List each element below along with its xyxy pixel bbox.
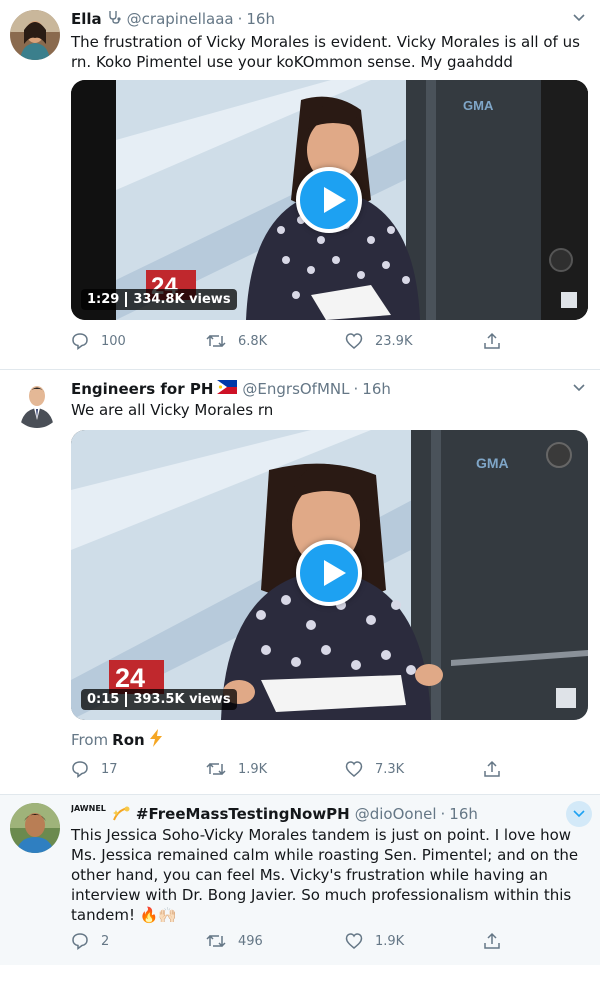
video-info-badge: 0:15 393.5K views (81, 689, 237, 710)
timestamp[interactable]: 16h (449, 805, 478, 823)
play-button[interactable] (296, 167, 362, 233)
video-duration: 0:15 (87, 692, 120, 707)
reply-icon (71, 760, 89, 778)
author-handle[interactable]: @crapinellaaa (127, 10, 234, 28)
feed-bottom (0, 965, 600, 990)
like-count: 23.9K (375, 333, 413, 349)
like-button[interactable]: 23.9K (345, 332, 412, 350)
like-count: 1.9K (375, 933, 405, 949)
video-player[interactable]: GMA 24 1:29 334.8K views (71, 80, 588, 320)
reply-button[interactable]: 17 (71, 760, 118, 778)
tweet-header: Engineers for PH @EngrsOfMNL · 16h (71, 378, 560, 400)
share-icon (483, 760, 501, 778)
author-handle[interactable]: @EngrsOfMNL (242, 380, 349, 398)
lightning-icon (149, 729, 163, 751)
avatar[interactable] (12, 378, 62, 428)
from-name[interactable]: Ron (112, 731, 145, 749)
like-count: 7.3K (375, 761, 405, 777)
badge-separator (125, 292, 128, 307)
author-name[interactable]: Engineers for PH (71, 380, 213, 398)
avatar[interactable] (10, 803, 60, 853)
reply-icon (71, 932, 89, 950)
retweet-button[interactable]: 1.9K (206, 760, 267, 778)
tweet-header: Ella @crapinellaaa · 16h (71, 8, 560, 30)
heart-icon (345, 760, 363, 778)
chevron-down-icon[interactable] (566, 801, 592, 827)
tweet[interactable]: Ella @crapinellaaa · 16h The frustration… (0, 0, 600, 370)
retweet-icon (206, 760, 226, 778)
tweet[interactable]: Engineers for PH @EngrsOfMNL · 16h We ar… (0, 370, 600, 795)
timestamp[interactable]: 16h (246, 10, 275, 28)
channel-logo: GMA (463, 98, 494, 113)
reply-button[interactable]: 2 (71, 932, 109, 950)
heart-icon (345, 932, 363, 950)
video-duration: 1:29 (87, 292, 120, 307)
like-button[interactable]: 7.3K (345, 760, 404, 778)
retweet-icon (206, 932, 226, 950)
tweet[interactable]: JAWNEL #FreeMassTestingNowPH @dioOonel ·… (0, 795, 600, 965)
chevron-down-icon[interactable] (572, 380, 586, 394)
author-handle[interactable]: @dioOonel (355, 805, 437, 823)
tweet-actions: 2 496 1.9K (71, 930, 511, 952)
channel-logo: GMA (476, 455, 509, 471)
share-icon (483, 932, 501, 950)
name-prefix: JAWNEL (71, 804, 106, 813)
tweet-actions: 100 6.8K 23.9K (71, 330, 511, 352)
sparkle-icon (112, 806, 130, 822)
tweet-header: JAWNEL #FreeMassTestingNowPH @dioOonel ·… (71, 803, 560, 825)
avatar[interactable] (10, 10, 60, 60)
retweet-count: 1.9K (238, 761, 268, 777)
retweet-button[interactable]: 6.8K (206, 332, 267, 350)
reply-button[interactable]: 100 (71, 332, 126, 350)
video-views: 393.5K views (133, 692, 231, 707)
author-name[interactable]: Ella (71, 10, 102, 28)
philippine-flag-icon (217, 380, 238, 398)
separator-dot: · (353, 380, 359, 398)
video-attribution: From Ron (71, 729, 163, 751)
video-info-badge: 1:29 334.8K views (81, 289, 237, 310)
separator-dot: · (440, 805, 446, 823)
video-player[interactable]: GMA 24 0:15 393.5K views (71, 430, 588, 720)
timestamp[interactable]: 16h (362, 380, 391, 398)
share-icon (483, 332, 501, 350)
share-button[interactable] (483, 332, 501, 350)
tweet-text: We are all Vicky Morales rn (71, 401, 274, 419)
share-button[interactable] (483, 932, 501, 950)
play-button[interactable] (296, 540, 362, 606)
heart-icon (345, 332, 363, 350)
reply-count: 100 (101, 333, 126, 349)
retweet-count: 6.8K (238, 333, 268, 349)
retweet-icon (206, 332, 226, 350)
badge-separator (125, 692, 128, 707)
like-button[interactable]: 1.9K (345, 932, 404, 950)
from-label: From (71, 731, 109, 749)
tweet-actions: 17 1.9K 7.3K (71, 758, 511, 780)
stethoscope-icon (106, 9, 122, 29)
author-name[interactable]: #FreeMassTestingNowPH (136, 805, 350, 823)
reply-count: 17 (101, 761, 118, 777)
share-button[interactable] (483, 760, 501, 778)
chevron-down-icon[interactable] (572, 10, 586, 24)
separator-dot: · (237, 10, 243, 28)
reply-icon (71, 332, 89, 350)
video-views: 334.8K views (133, 292, 231, 307)
reply-count: 2 (101, 933, 110, 949)
retweet-button[interactable]: 496 (206, 932, 263, 950)
retweet-count: 496 (238, 933, 263, 949)
tweet-text: The frustration of Vicky Morales is evid… (71, 33, 580, 71)
tweet-text: This Jessica Soho-Vicky Morales tandem i… (71, 826, 579, 924)
